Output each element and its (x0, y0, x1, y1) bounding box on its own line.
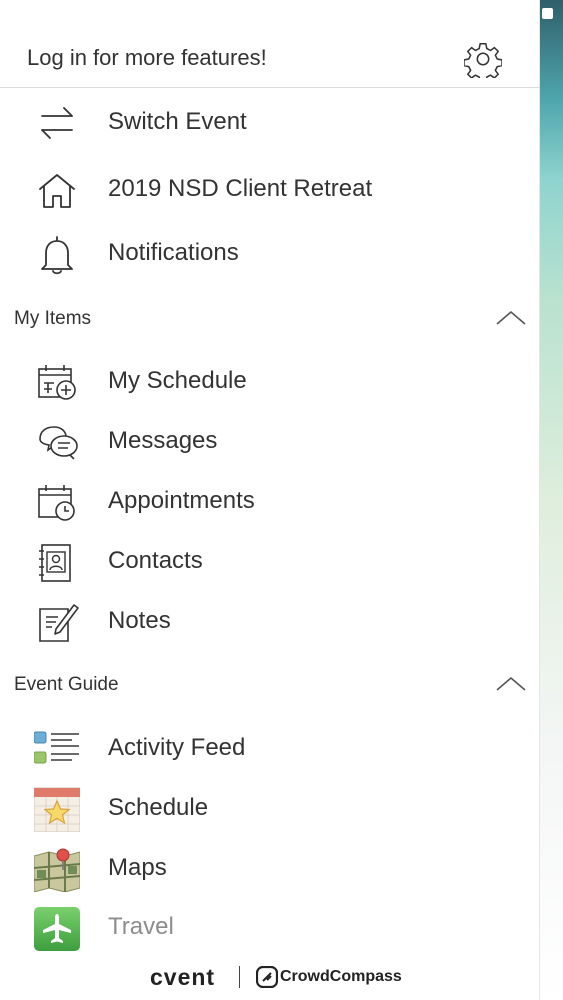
cvent-logo: cvent (150, 964, 216, 990)
menu-item-label: My Schedule (108, 367, 247, 394)
menu-item-label: Contacts (108, 547, 203, 574)
section-title: Event Guide (14, 674, 119, 695)
chat-bubbles-icon (39, 426, 78, 460)
footer-branding: cvent CrowdCompass (150, 962, 410, 992)
activity-feed-icon (34, 731, 79, 764)
note-pencil-icon (39, 604, 79, 642)
gear-icon[interactable] (464, 40, 502, 78)
menu-item-label: Switch Event (108, 108, 247, 135)
menu-item-switch-event[interactable]: Switch Event (0, 94, 540, 150)
section-title: My Items (14, 308, 92, 329)
menu-item-label: Notifications (108, 239, 239, 266)
menu-item-label: Maps (108, 854, 167, 881)
map-pin-icon (34, 848, 80, 892)
calendar-add-icon (38, 365, 76, 400)
chevron-up-icon (496, 676, 526, 691)
crowdcompass-logo-icon (256, 966, 278, 988)
contact-book-icon (39, 544, 71, 582)
menu-item-label: Schedule (108, 794, 209, 821)
menu-item-label: Activity Feed (108, 734, 246, 761)
menu-item-notifications[interactable]: Notifications (0, 225, 540, 281)
drawer-header: Log in for more features! (0, 30, 540, 88)
menu-item-label: Appointments (108, 487, 255, 514)
menu-item-label: 2019 NSD Client Retreat (108, 175, 373, 202)
battery-icon (542, 8, 553, 19)
home-icon (39, 174, 75, 208)
menu-item-travel[interactable]: Travel (0, 899, 540, 955)
bell-icon (41, 236, 73, 275)
menu-item-label: Travel (108, 913, 174, 940)
crowdcompass-logo: CrowdCompass (280, 968, 402, 985)
menu-item-event-home[interactable]: 2019 NSD Client Retreat (0, 161, 540, 217)
menu-item-messages[interactable]: Messages (0, 413, 540, 469)
airplane-icon (34, 907, 80, 951)
section-event-guide[interactable]: Event Guide (0, 668, 540, 702)
section-my-items[interactable]: My Items (0, 302, 540, 336)
menu-item-notes[interactable]: Notes (0, 593, 540, 649)
menu-item-label: Notes (108, 607, 171, 634)
menu-item-maps[interactable]: Maps (0, 840, 540, 896)
menu-item-my-schedule[interactable]: My Schedule (0, 353, 540, 409)
chevron-up-icon (496, 310, 526, 325)
login-prompt[interactable]: Log in for more features! (27, 45, 267, 71)
menu-item-appointments[interactable]: Appointments (0, 473, 540, 529)
schedule-star-icon (34, 787, 80, 832)
menu-item-label: Messages (108, 427, 218, 454)
menu-item-activity-feed[interactable]: Activity Feed (0, 720, 540, 776)
navigation-drawer: Log in for more features! Switch Event 2… (0, 0, 540, 1000)
calendar-clock-icon (38, 485, 75, 521)
menu-item-schedule[interactable]: Schedule (0, 780, 540, 836)
switch-arrows-icon (41, 107, 73, 139)
menu-item-contacts[interactable]: Contacts (0, 533, 540, 589)
footer-divider (239, 966, 240, 988)
background-strip (540, 0, 563, 1000)
